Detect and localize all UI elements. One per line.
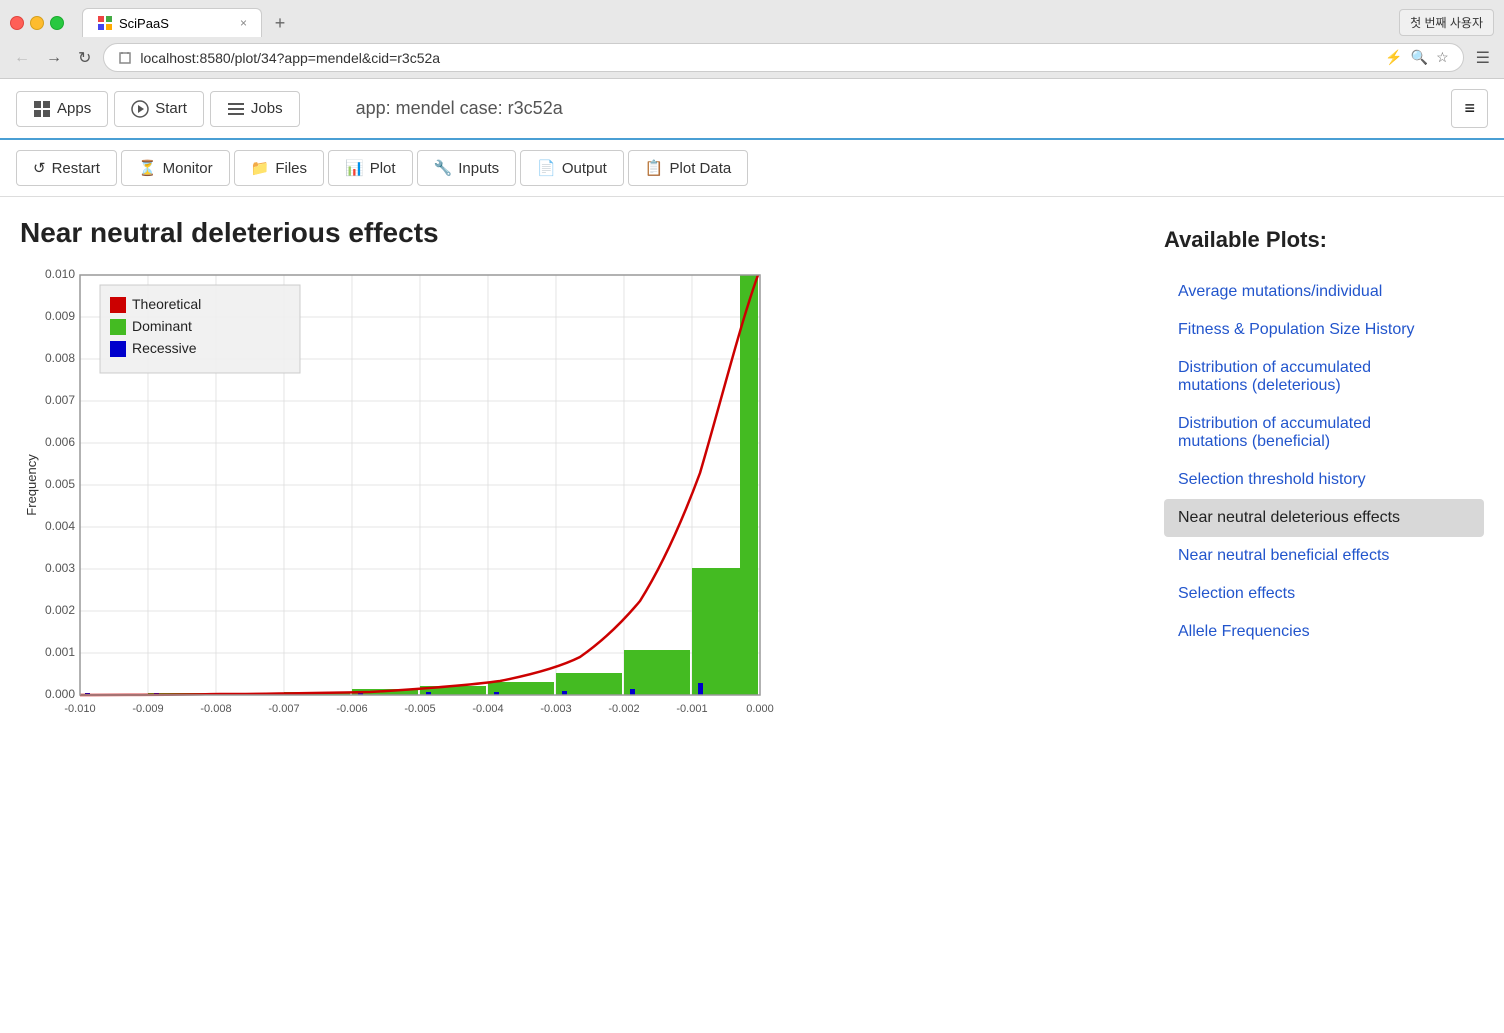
svg-text:-0.008: -0.008: [200, 703, 231, 715]
svg-text:-0.003: -0.003: [540, 703, 571, 715]
page-icon: [118, 51, 132, 65]
apps-icon: [33, 100, 51, 118]
chart-svg: 0.000 0.001 0.002 0.003 0.004 0.005 0.00…: [20, 265, 780, 745]
sidebar-link-near-neutral-del[interactable]: Near neutral deleterious effects: [1164, 499, 1484, 537]
tab-restart[interactable]: ↺ Restart: [16, 150, 117, 186]
traffic-lights: [10, 16, 64, 30]
minimize-traffic-light[interactable]: [30, 16, 44, 30]
first-user-button[interactable]: 첫 번째 사용자: [1399, 9, 1494, 36]
svg-text:-0.002: -0.002: [608, 703, 639, 715]
apps-label: Apps: [57, 100, 91, 117]
files-icon: 📁: [251, 159, 270, 177]
svg-text:Dominant: Dominant: [132, 318, 192, 334]
svg-text:-0.009: -0.009: [132, 703, 163, 715]
y-axis-label: Frequency: [24, 454, 39, 516]
tab-monitor-label: Monitor: [163, 160, 213, 177]
tab-files[interactable]: 📁 Files: [234, 150, 324, 186]
svg-text:Theoretical: Theoretical: [132, 296, 201, 312]
browser-tab[interactable]: SciPaaS ×: [82, 8, 262, 37]
svg-text:0.000: 0.000: [746, 703, 774, 715]
chart-title: Near neutral deleterious effects: [20, 217, 1134, 249]
chart-area: Near neutral deleterious effects: [20, 217, 1134, 745]
start-icon: [131, 100, 149, 118]
sidebar-title: Available Plots:: [1164, 227, 1484, 253]
sidebar-link-dist-beneficial[interactable]: Distribution of accumulatedmutations (be…: [1164, 405, 1484, 461]
main-content: Near neutral deleterious effects: [0, 197, 1504, 765]
maximize-traffic-light[interactable]: [50, 16, 64, 30]
chart-container: 0.000 0.001 0.002 0.003 0.004 0.005 0.00…: [20, 265, 780, 745]
tab-favicon: [97, 15, 113, 31]
menu-button[interactable]: ☰: [1472, 46, 1494, 70]
hamburger-button[interactable]: ≡: [1451, 89, 1488, 128]
tab-title: SciPaaS: [119, 16, 169, 31]
svg-text:0.008: 0.008: [45, 351, 75, 365]
sidebar: Available Plots: Average mutations/indiv…: [1164, 217, 1484, 745]
tab-close-button[interactable]: ×: [240, 16, 247, 30]
tab-files-label: Files: [275, 160, 307, 177]
back-button[interactable]: ←: [10, 47, 34, 69]
tab-restart-label: Restart: [52, 160, 100, 177]
plotdata-icon: 📋: [645, 159, 664, 177]
svg-text:-0.007: -0.007: [268, 703, 299, 715]
search-icon[interactable]: 🔍: [1411, 49, 1428, 66]
tab-plot[interactable]: 📊 Plot: [328, 150, 413, 186]
output-icon: 📄: [537, 159, 556, 177]
sidebar-link-allele-freq[interactable]: Allele Frequencies: [1164, 613, 1484, 651]
tab-monitor[interactable]: ⏳ Monitor: [121, 150, 230, 186]
tab-output[interactable]: 📄 Output: [520, 150, 624, 186]
tab-plotdata[interactable]: 📋 Plot Data: [628, 150, 748, 186]
tab-output-label: Output: [562, 160, 607, 177]
svg-text:0.009: 0.009: [45, 309, 75, 323]
svg-text:0.007: 0.007: [45, 393, 75, 407]
svg-text:Recessive: Recessive: [132, 340, 197, 356]
svg-text:0.005: 0.005: [45, 477, 75, 491]
svg-text:0.002: 0.002: [45, 603, 75, 617]
tab-navigation: ↺ Restart ⏳ Monitor 📁 Files 📊 Plot 🔧 Inp…: [0, 140, 1504, 197]
start-label: Start: [155, 100, 187, 117]
svg-text:0.004: 0.004: [45, 519, 75, 533]
address-bar[interactable]: localhost:8580/plot/34?app=mendel&cid=r3…: [103, 43, 1463, 72]
svg-text:0.010: 0.010: [45, 267, 75, 281]
new-tab-button[interactable]: +: [266, 9, 294, 37]
sidebar-link-avg-mutations[interactable]: Average mutations/individual: [1164, 273, 1484, 311]
svg-text:-0.010: -0.010: [64, 703, 95, 715]
svg-text:0.000: 0.000: [45, 687, 75, 701]
lightning-icon: ⚡: [1385, 49, 1402, 66]
svg-text:0.001: 0.001: [45, 645, 75, 659]
sidebar-link-dist-deleterious[interactable]: Distribution of accumulatedmutations (de…: [1164, 349, 1484, 405]
bookmark-icon[interactable]: ☆: [1436, 49, 1449, 66]
jobs-button[interactable]: Jobs: [210, 91, 300, 127]
svg-text:0.006: 0.006: [45, 435, 75, 449]
forward-button[interactable]: →: [42, 47, 66, 69]
apps-button[interactable]: Apps: [16, 91, 108, 127]
tab-inputs[interactable]: 🔧 Inputs: [417, 150, 517, 186]
jobs-label: Jobs: [251, 100, 283, 117]
sidebar-link-fitness-history[interactable]: Fitness & Population Size History: [1164, 311, 1484, 349]
tab-inputs-label: Inputs: [458, 160, 499, 177]
close-traffic-light[interactable]: [10, 16, 24, 30]
svg-text:-0.001: -0.001: [676, 703, 707, 715]
reload-button[interactable]: ↻: [74, 46, 95, 70]
url-text: localhost:8580/plot/34?app=mendel&cid=r3…: [140, 50, 440, 66]
restart-icon: ↺: [33, 159, 46, 177]
start-button[interactable]: Start: [114, 91, 204, 127]
svg-text:0.003: 0.003: [45, 561, 75, 575]
tab-plot-label: Plot: [370, 160, 396, 177]
sidebar-link-selection-threshold[interactable]: Selection threshold history: [1164, 461, 1484, 499]
sidebar-link-near-neutral-ben[interactable]: Near neutral beneficial effects: [1164, 537, 1484, 575]
app-toolbar: Apps Start Jobs app: mendel case: r3c52a…: [0, 79, 1504, 140]
svg-text:-0.004: -0.004: [472, 703, 503, 715]
inputs-icon: 🔧: [434, 159, 453, 177]
sidebar-link-selection-effects[interactable]: Selection effects: [1164, 575, 1484, 613]
svg-text:-0.005: -0.005: [404, 703, 435, 715]
svg-text:-0.006: -0.006: [336, 703, 367, 715]
app-info: app: mendel case: r3c52a: [356, 98, 563, 119]
monitor-icon: ⏳: [138, 159, 157, 177]
plot-icon: 📊: [345, 159, 364, 177]
tab-plotdata-label: Plot Data: [670, 160, 732, 177]
jobs-icon: [227, 100, 245, 118]
